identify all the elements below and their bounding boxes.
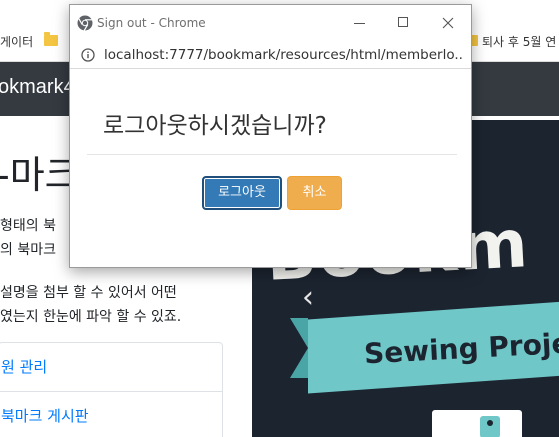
intro-paragraph-2-line-1: 설명을 첨부 할 수 있어서 어떤: [0, 285, 177, 301]
carousel-prev-icon[interactable]: ‹: [302, 280, 314, 315]
maximize-button[interactable]: [380, 5, 426, 41]
chrome-icon: [77, 15, 93, 31]
intro-paragraph-1: 형태의 북 의 북마크: [0, 214, 56, 262]
popup-content: 로그아웃하시겠습니까? 로그아웃 취소: [70, 70, 471, 267]
maximize-icon: [398, 17, 408, 27]
intro-paragraph-2-line-2: 였는지 한눈에 파악 할 수 있죠.: [0, 309, 182, 325]
minimize-button[interactable]: [337, 5, 383, 41]
popup-url[interactable]: localhost:7777/bookmark/resources/html/m…: [104, 47, 464, 63]
bookmark-item-right[interactable]: 퇴사 후 5월 연: [482, 33, 556, 50]
intro-paragraph-1-line-2: 의 북마크: [0, 242, 56, 258]
page-heading: -마크: [0, 153, 80, 197]
navbar-brand[interactable]: okmark4: [0, 76, 75, 99]
content-divider: [87, 154, 457, 155]
bookmark-item-fragment[interactable]: 게이터: [0, 33, 33, 50]
intro-paragraph-1-line-1: 형태의 북: [0, 218, 56, 234]
close-icon: [442, 17, 454, 29]
menu-list-group: 원 관리 북마크 게시판: [0, 342, 223, 437]
logout-button[interactable]: 로그아웃: [202, 176, 282, 210]
logout-confirm-message: 로그아웃하시겠습니까?: [103, 113, 327, 139]
info-icon[interactable]: [81, 48, 95, 62]
cancel-button[interactable]: 취소: [287, 176, 342, 210]
intro-paragraph-2: 설명을 첨부 할 수 있어서 어떤 였는지 한눈에 파악 할 수 있죠.: [0, 281, 181, 329]
close-button[interactable]: [425, 5, 471, 41]
list-item-member-management[interactable]: 원 관리: [0, 343, 222, 391]
popup-titlebar[interactable]: Sign out - Chrome: [70, 5, 471, 41]
list-item-bookmark-board[interactable]: 북마크 게시판: [0, 391, 222, 437]
bookmark-folder-icon[interactable]: [44, 32, 58, 46]
book-illustration: [432, 410, 522, 437]
signout-popup-window: Sign out - Chrome localhost:7777/bookmar…: [69, 4, 472, 268]
minimize-icon: [354, 23, 365, 24]
ribbon-tail: [290, 318, 308, 378]
popup-title: Sign out - Chrome: [97, 16, 206, 30]
tag-hole: [487, 420, 493, 426]
popup-address-bar: localhost:7777/bookmark/resources/html/m…: [70, 41, 471, 69]
